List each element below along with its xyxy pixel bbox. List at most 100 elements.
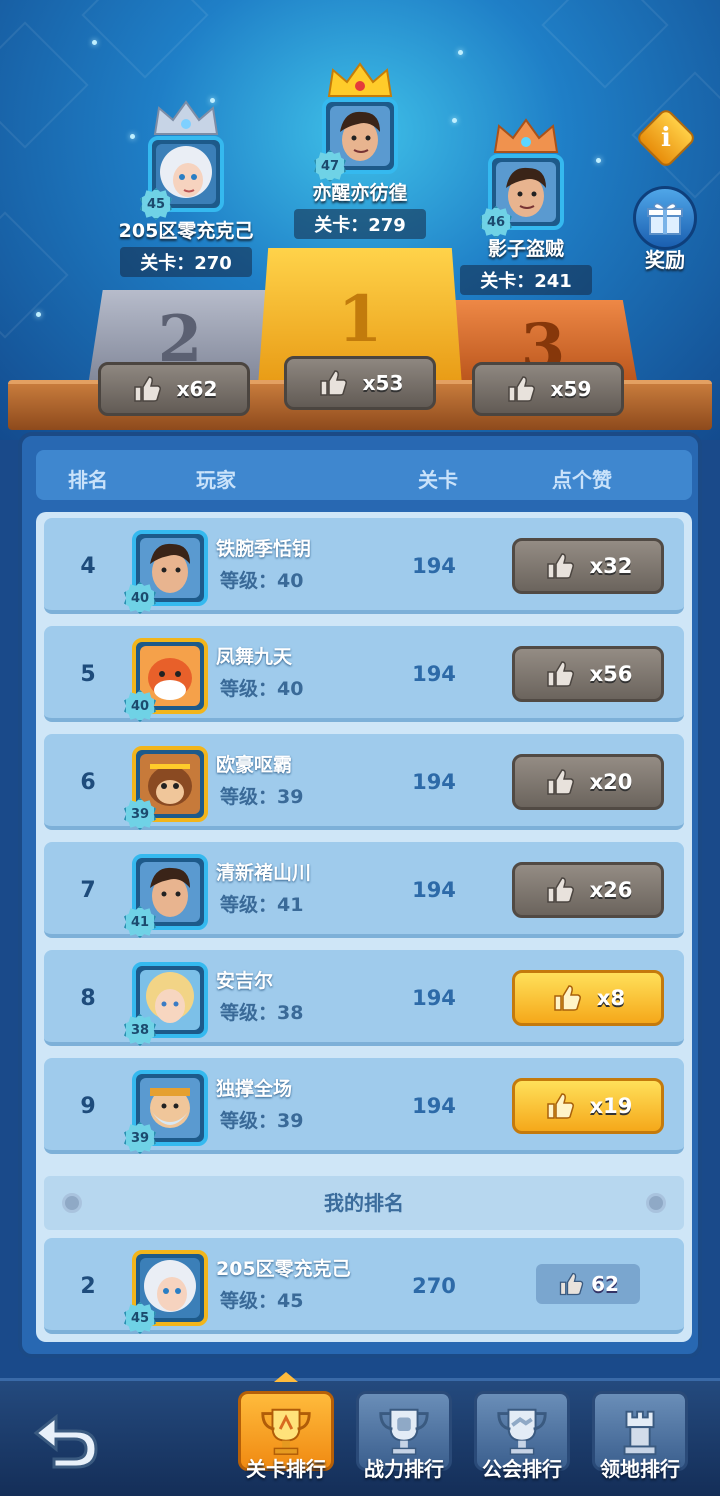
rank-number: 5 xyxy=(80,662,96,687)
player-level: 等级：38 xyxy=(220,1002,304,1024)
player-name: 清新褚山川 xyxy=(216,862,312,884)
avatar: 47 xyxy=(314,98,398,182)
rank-number: 9 xyxy=(80,1094,96,1119)
like-button[interactable]: x26 xyxy=(512,862,664,918)
avatar[interactable]: 39 xyxy=(124,746,208,830)
bronze-crown-icon xyxy=(491,118,561,154)
header-rank: 排名 xyxy=(68,468,108,492)
silver-crown-icon xyxy=(151,100,221,136)
player-level: 等级：40 xyxy=(220,678,304,700)
rank-number: 8 xyxy=(80,986,96,1011)
avatar[interactable]: 41 xyxy=(124,854,208,938)
player-level: 等级：40 xyxy=(220,570,304,592)
tab-guild-ranking[interactable]: 公会排行 xyxy=(472,1391,572,1491)
top-player-second[interactable]: 45 205区零充克己 关卡：270 xyxy=(96,100,276,277)
ranking-panel: 排名 玩家 关卡 点个赞 4 40 铁腕季恬钥 等级：40 194 x32 5 xyxy=(18,432,702,1358)
thumbs-up-icon xyxy=(317,367,349,399)
player-stage: 194 xyxy=(412,986,456,1010)
thumbs-up-icon xyxy=(131,373,163,405)
avatar: 45 xyxy=(140,136,224,220)
table-header: 排名 玩家 关卡 点个赞 xyxy=(36,450,692,500)
header-like: 点个赞 xyxy=(552,468,612,492)
decorative-dot xyxy=(646,1193,666,1213)
player-level: 等级：39 xyxy=(220,1110,304,1132)
player-name: 铁腕季恬钥 xyxy=(216,538,312,560)
like-button[interactable]: x56 xyxy=(512,646,664,702)
like-button[interactable]: x19 xyxy=(512,1078,664,1134)
table-row[interactable]: 8 38 安吉尔 等级：38 194 x8 xyxy=(44,950,684,1046)
table-row[interactable]: 4 40 铁腕季恬钥 等级：40 194 x32 xyxy=(44,518,684,614)
player-stage: 关卡：270 xyxy=(120,247,252,277)
table-row[interactable]: 7 41 清新褚山川 等级：41 194 x26 xyxy=(44,842,684,938)
player-stage: 194 xyxy=(412,554,456,578)
avatar[interactable]: 38 xyxy=(124,962,208,1046)
gold-crown-icon xyxy=(325,62,395,98)
table-row[interactable]: 9 39 独撑全场 等级：39 194 x19 xyxy=(44,1058,684,1154)
avatar: 46 xyxy=(480,154,564,238)
thumbs-up-icon xyxy=(544,766,576,798)
like-button-second[interactable]: x62 xyxy=(98,362,250,416)
thumbs-up-icon xyxy=(544,874,576,906)
player-name: 亦醒亦彷徨 xyxy=(312,182,408,204)
ranking-list[interactable]: 4 40 铁腕季恬钥 等级：40 194 x32 5 40 凤舞九天 等级：40… xyxy=(36,512,692,1342)
player-level: 等级：41 xyxy=(220,894,304,916)
player-stage: 关卡：279 xyxy=(294,209,426,239)
like-button-first[interactable]: x53 xyxy=(284,356,436,410)
back-arrow-icon xyxy=(33,1413,98,1469)
thumbs-up-icon xyxy=(557,1270,585,1298)
rank-number: 2 xyxy=(80,1274,96,1299)
player-name: 欧豪呕霸 xyxy=(216,754,293,776)
player-stage: 194 xyxy=(412,1094,456,1118)
tab-stage-ranking[interactable]: 关卡排行 xyxy=(236,1391,336,1491)
like-count: x19 xyxy=(589,1094,633,1118)
player-stage: 194 xyxy=(412,878,456,902)
tab-label: 公会排行 xyxy=(482,1457,562,1481)
like-count: x59 xyxy=(550,377,592,401)
like-count: x20 xyxy=(589,770,633,794)
avatar[interactable]: 40 xyxy=(124,530,208,614)
header-stage: 关卡 xyxy=(418,468,458,492)
thumbs-up-icon xyxy=(551,982,583,1014)
rank-number: 4 xyxy=(80,554,96,579)
tab-power-ranking[interactable]: 战力排行 xyxy=(354,1391,454,1491)
thumbs-up-icon xyxy=(544,1090,576,1122)
my-rank-row[interactable]: 2 45 205区零充克己 等级：45 270 62 xyxy=(44,1238,684,1334)
like-count: x32 xyxy=(589,554,633,578)
rank-number: 6 xyxy=(80,770,96,795)
like-button[interactable]: x8 xyxy=(512,970,664,1026)
table-row[interactable]: 6 39 欧豪呕霸 等级：39 194 x20 xyxy=(44,734,684,830)
player-name: 205区零充克己 xyxy=(216,1258,351,1280)
player-level: 等级：45 xyxy=(220,1290,304,1312)
like-button-third[interactable]: x59 xyxy=(472,362,624,416)
gift-icon xyxy=(633,186,697,250)
active-tab-indicator xyxy=(274,1372,298,1382)
like-count: 62 xyxy=(591,1272,619,1296)
top-player-third[interactable]: 46 影子盗贼 关卡：241 xyxy=(436,118,616,295)
decorative-dot xyxy=(62,1193,82,1213)
like-count: x56 xyxy=(589,662,633,686)
player-stage: 194 xyxy=(412,662,456,686)
my-like-count: 62 xyxy=(536,1264,640,1304)
info-icon: i xyxy=(661,123,671,153)
player-name: 安吉尔 xyxy=(216,970,274,992)
tab-territory-ranking[interactable]: 领地排行 xyxy=(590,1391,690,1491)
top-player-first[interactable]: 47 亦醒亦彷徨 关卡：279 xyxy=(270,62,450,239)
player-name: 凤舞九天 xyxy=(216,646,293,668)
avatar[interactable]: 40 xyxy=(124,638,208,722)
player-stage: 关卡：241 xyxy=(460,265,592,295)
player-name: 独撑全场 xyxy=(216,1078,293,1100)
reward-button[interactable]: 奖励 xyxy=(628,186,702,273)
player-stage: 270 xyxy=(412,1274,456,1298)
back-button[interactable] xyxy=(26,1401,102,1477)
thumbs-up-icon xyxy=(544,658,576,690)
like-button[interactable]: x32 xyxy=(512,538,664,594)
avatar[interactable]: 45 xyxy=(124,1250,208,1334)
table-row[interactable]: 5 40 凤舞九天 等级：40 194 x56 xyxy=(44,626,684,722)
thumbs-up-icon xyxy=(544,550,576,582)
avatar[interactable]: 39 xyxy=(124,1070,208,1154)
my-rank-title: 我的排名 xyxy=(44,1176,684,1230)
tab-label: 关卡排行 xyxy=(246,1457,326,1481)
rank-number: 7 xyxy=(80,878,96,903)
like-button[interactable]: x20 xyxy=(512,754,664,810)
like-count: x8 xyxy=(596,986,626,1010)
